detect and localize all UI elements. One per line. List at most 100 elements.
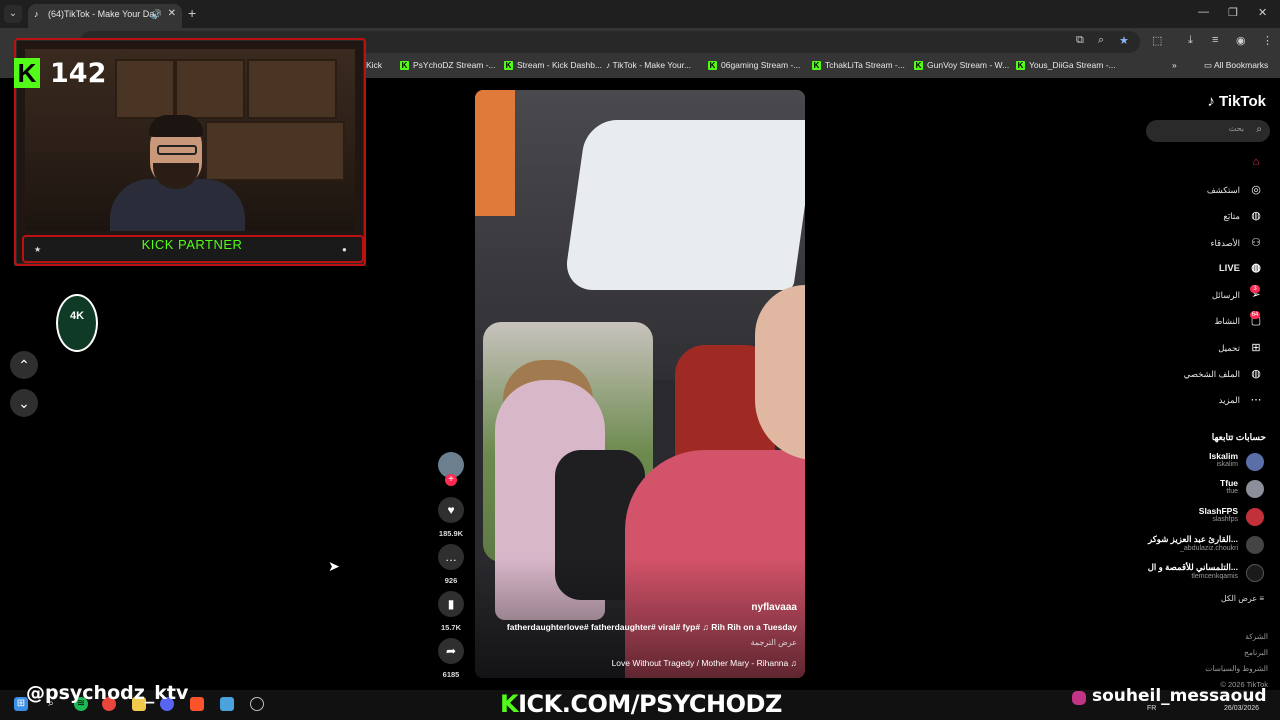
home-icon: ⌂ bbox=[1252, 156, 1260, 168]
like-action[interactable]: ♥ 185.9K bbox=[438, 497, 464, 538]
nav-home[interactable]: ⌂ bbox=[1240, 156, 1264, 168]
profile-avatar-icon: ◍ bbox=[1251, 368, 1261, 380]
viewer-count: 142 bbox=[50, 58, 107, 89]
like-count: 185.9K bbox=[438, 529, 464, 538]
avatar bbox=[1246, 480, 1264, 498]
video-player[interactable]: nyflavaaa fatherdaughterlove# fatherdaug… bbox=[475, 90, 805, 678]
sunroof bbox=[563, 120, 805, 290]
speaker-icon[interactable]: 🔊 bbox=[151, 4, 162, 24]
bookmark-item[interactable]: K TchakLiTa Stream -... bbox=[812, 60, 905, 70]
user-icon: ● bbox=[342, 245, 347, 254]
instagram-icon bbox=[1072, 691, 1086, 705]
account-item[interactable]: SlashFPS slashfps bbox=[1199, 506, 1264, 526]
tab-search-button[interactable]: ⌄ bbox=[4, 5, 22, 23]
bookmark-star-icon[interactable]: ★ bbox=[1119, 34, 1129, 47]
new-tab-button[interactable]: + bbox=[188, 5, 196, 21]
tiktok-logo[interactable]: ♪ TikTok bbox=[1207, 93, 1266, 110]
media-icon[interactable]: ≡ bbox=[1212, 34, 1218, 46]
obs-icon[interactable] bbox=[250, 697, 264, 711]
install-icon[interactable]: ⧉ bbox=[1076, 34, 1084, 47]
following-avatar-icon: ◍ bbox=[1251, 210, 1261, 222]
account-item[interactable]: التلمساني للأقمصة و ال... tlemcenkqamis bbox=[1148, 562, 1264, 582]
footer-company-link[interactable]: الشركة bbox=[1245, 632, 1268, 641]
kick-partner-bar: ★ KICK PARTNER ● bbox=[22, 235, 364, 263]
next-video-button[interactable]: ⌄ bbox=[10, 389, 38, 417]
search-icon[interactable]: ⌕ bbox=[1256, 124, 1262, 135]
kick-icon: K bbox=[812, 61, 821, 70]
bookmark-item[interactable]: K GunVoy Stream - W... bbox=[914, 60, 1009, 70]
bookmarks-overflow-icon[interactable]: » bbox=[1172, 60, 1177, 70]
account-item[interactable]: القارئ عبد العزيز شوكر... _abdulaziz.cho… bbox=[1148, 534, 1264, 554]
see-translation-link[interactable]: عرض الترجمة bbox=[751, 638, 797, 647]
upload-icon: ⊞ bbox=[1251, 342, 1261, 354]
nav-profile[interactable]: الملف الشخصي ◍ bbox=[1184, 367, 1264, 380]
video-caption[interactable]: fatherdaughterlove# fatherdaughter# vira… bbox=[507, 622, 797, 632]
share-action[interactable]: ➦ 6185 bbox=[438, 638, 464, 679]
bookmark-icon[interactable]: ▮ bbox=[438, 591, 464, 617]
avatar bbox=[1246, 536, 1264, 554]
nav-friends[interactable]: الأصدقاء ⚇ bbox=[1210, 236, 1264, 249]
nav-live[interactable]: LIVE ◍ bbox=[1219, 261, 1264, 274]
comment-action[interactable]: … 926 bbox=[438, 544, 464, 585]
extensions-icon[interactable]: ⬚ bbox=[1152, 34, 1162, 47]
streamer-handle-right: souheil_messaoud bbox=[1092, 686, 1267, 706]
account-item[interactable]: Tfue tfue bbox=[1220, 478, 1264, 498]
footer-terms-link[interactable]: الشروط والسياسات bbox=[1205, 664, 1268, 673]
comment-count: 926 bbox=[444, 576, 458, 585]
see-all-link[interactable]: عرض الكل ≡ bbox=[1221, 594, 1264, 603]
bookmark-item[interactable]: K Yous_DiiGa Stream -... bbox=[1016, 60, 1116, 70]
avatar bbox=[1246, 453, 1264, 471]
maximize-button[interactable]: ❐ bbox=[1228, 6, 1238, 19]
avatar bbox=[1246, 508, 1264, 526]
4k-logo: 4K bbox=[56, 294, 98, 352]
save-action[interactable]: ▮ 15.7K bbox=[438, 591, 464, 632]
footer-program-link[interactable]: البرنامج bbox=[1244, 648, 1268, 657]
kick-icon: K bbox=[708, 61, 717, 70]
account-item[interactable]: Iskalim iskalim bbox=[1209, 451, 1264, 471]
bookmark-item[interactable]: K Stream - Kick Dashb... bbox=[504, 60, 602, 70]
photos-icon[interactable] bbox=[220, 697, 234, 711]
kick-partner-label: KICK PARTNER bbox=[141, 237, 243, 252]
more-icon: ⋯ bbox=[1250, 394, 1262, 406]
friends-icon: ⚇ bbox=[1251, 237, 1261, 249]
bookmark-item[interactable]: Kick bbox=[366, 60, 382, 70]
minimize-button[interactable]: — bbox=[1198, 6, 1209, 18]
nav-more[interactable]: المزيد ⋯ bbox=[1219, 393, 1264, 406]
bookmark-item[interactable]: K PsYchoDZ Stream -... bbox=[400, 60, 496, 70]
share-icon[interactable]: ➦ bbox=[438, 638, 464, 664]
profile-icon[interactable]: ◉ bbox=[1236, 34, 1246, 47]
messages-badge: 3 bbox=[1250, 285, 1260, 293]
follow-plus-icon[interactable]: + bbox=[445, 474, 457, 486]
system-date[interactable]: 26/03/2026 bbox=[1224, 705, 1259, 712]
bookmark-item[interactable]: ♪ TikTok - Make Your... bbox=[606, 60, 691, 70]
heart-icon[interactable]: ♥ bbox=[438, 497, 464, 523]
brave-icon[interactable] bbox=[190, 697, 204, 711]
search-input[interactable]: بحث ⌕ bbox=[1146, 120, 1270, 142]
kick-icon: K bbox=[914, 61, 923, 70]
kick-logo-icon: K bbox=[14, 58, 40, 88]
compass-icon: ◎ bbox=[1251, 184, 1261, 196]
streamer-handle-left: @psychodz_ktv bbox=[26, 682, 189, 704]
nav-upload[interactable]: تحميل ⊞ bbox=[1218, 341, 1264, 354]
video-author[interactable]: nyflavaaa bbox=[751, 602, 797, 613]
close-tab-icon[interactable]: ✕ bbox=[168, 4, 176, 24]
zoom-icon[interactable]: ⌕ bbox=[1098, 34, 1104, 47]
bookmark-item[interactable]: K 06gaming Stream -... bbox=[708, 60, 800, 70]
close-window-button[interactable]: ✕ bbox=[1258, 6, 1267, 19]
avatar bbox=[1246, 564, 1264, 582]
folder-icon: ▭ bbox=[1204, 60, 1214, 70]
video-music[interactable]: Love Without Tragedy / Mother Mary - Rih… bbox=[612, 658, 797, 668]
activity-badge: 64 bbox=[1250, 311, 1260, 319]
nav-following[interactable]: متابَع ◍ bbox=[1223, 209, 1264, 222]
nav-explore[interactable]: استكشف ◎ bbox=[1207, 183, 1264, 196]
tab-tiktok[interactable]: ♪ (64)TikTok - Make Your Day 🔊 ✕ bbox=[28, 4, 182, 28]
menu-icon[interactable]: ⋮ bbox=[1262, 34, 1273, 47]
list-icon: ≡ bbox=[1259, 594, 1264, 603]
download-icon[interactable]: ⤓ bbox=[1188, 34, 1193, 47]
language-indicator[interactable]: FR bbox=[1147, 705, 1156, 712]
comment-icon[interactable]: … bbox=[438, 544, 464, 570]
previous-video-button[interactable]: ⌃ bbox=[10, 351, 38, 379]
all-bookmarks-button[interactable]: ▭ All Bookmarks bbox=[1204, 60, 1268, 71]
live-avatar-icon: ◍ bbox=[1251, 262, 1261, 274]
share-count: 6185 bbox=[442, 670, 460, 679]
